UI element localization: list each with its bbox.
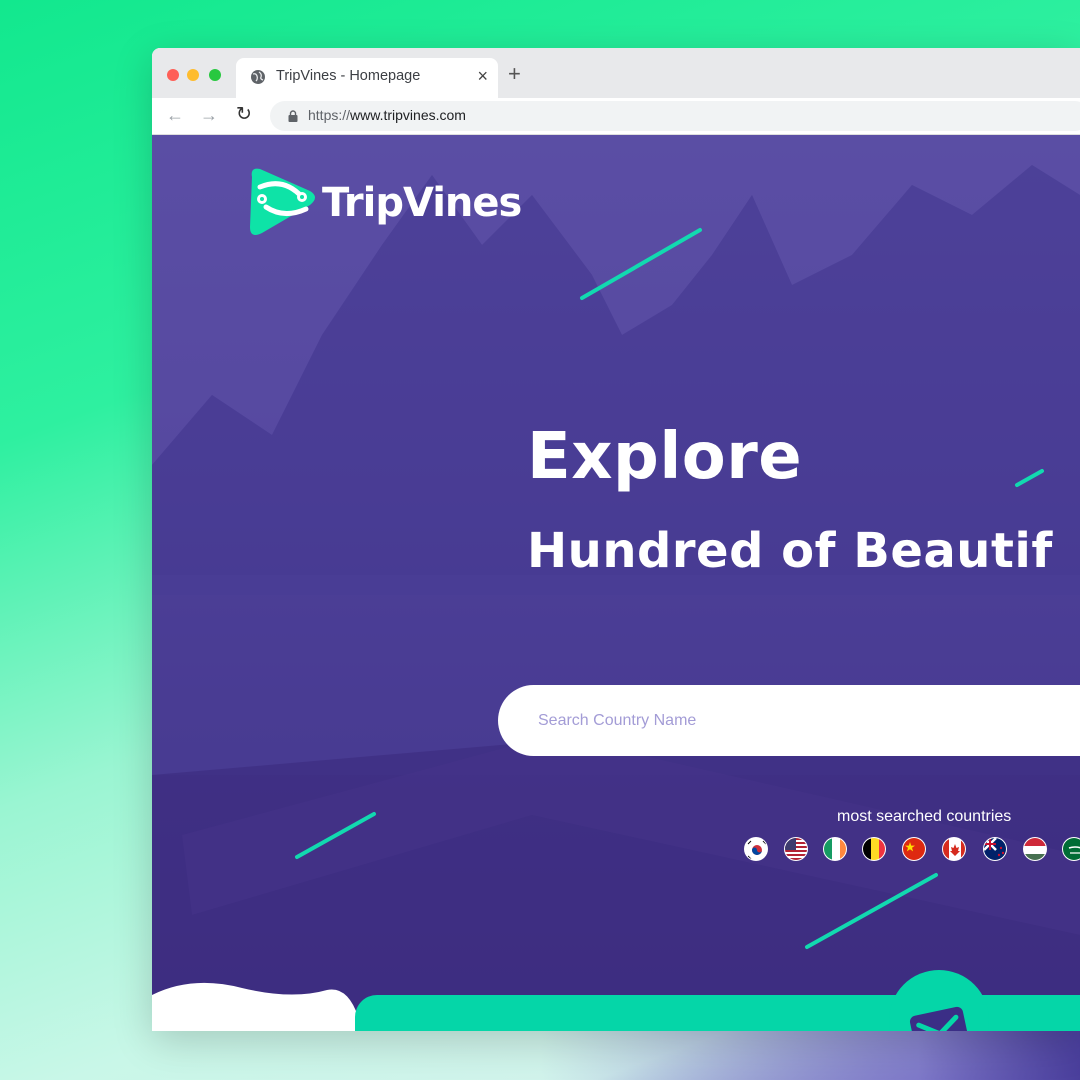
hero-section: TripVines Explore Hundred of Beautif mos… bbox=[152, 135, 1080, 1031]
belgium-flag-button[interactable] bbox=[862, 837, 886, 861]
minimize-window-button[interactable] bbox=[187, 69, 199, 81]
canada-flag-button[interactable] bbox=[942, 837, 966, 861]
tab-homepage[interactable]: TripVines - Homepage × bbox=[236, 58, 498, 98]
tab-title: TripVines - Homepage bbox=[276, 68, 421, 84]
saudi-arabia-flag-button[interactable] bbox=[1062, 837, 1080, 861]
url-host: www.tripvines.com bbox=[350, 107, 466, 123]
url-protocol: https:// bbox=[308, 107, 351, 123]
url-text: https://www.tripvines.com bbox=[308, 107, 466, 123]
country-search-input[interactable] bbox=[498, 685, 1080, 756]
hungary-flag-button[interactable] bbox=[1023, 837, 1047, 861]
close-window-button[interactable] bbox=[167, 69, 179, 81]
lock-icon bbox=[288, 110, 298, 122]
ireland-flag-button[interactable] bbox=[823, 837, 847, 861]
new-tab-button[interactable]: + bbox=[508, 62, 521, 86]
tab-close-icon[interactable]: × bbox=[477, 66, 488, 86]
tripvines-logo bbox=[250, 168, 315, 235]
south-korea-flag-button[interactable] bbox=[744, 837, 768, 861]
globe-icon bbox=[251, 70, 265, 84]
china-flag-button[interactable] bbox=[902, 837, 926, 861]
brand-name[interactable]: TripVines bbox=[322, 180, 522, 226]
url-bar[interactable]: https://www.tripvines.com bbox=[270, 101, 1080, 131]
address-bar-row: ← → ↻ https://www.tripvines.com bbox=[152, 98, 1080, 135]
back-button[interactable]: ← bbox=[166, 104, 184, 126]
mountain-lake-background bbox=[152, 135, 1080, 1031]
forward-button[interactable]: → bbox=[200, 104, 218, 126]
most-searched-label: most searched countries bbox=[837, 808, 1012, 825]
white-wave-shape bbox=[152, 982, 362, 1031]
hero-subheadline: Hundred of Beautif bbox=[527, 523, 1053, 579]
browser-window: TripVines - Homepage × + ← → ↻ https://w… bbox=[152, 48, 1080, 1031]
hero-headline: Explore bbox=[527, 420, 803, 494]
usa-flag-button[interactable] bbox=[784, 837, 808, 861]
tab-strip: TripVines - Homepage × + bbox=[152, 48, 1080, 98]
mail-icon[interactable] bbox=[906, 1001, 972, 1031]
new-zealand-flag-button[interactable] bbox=[983, 837, 1007, 861]
reload-button[interactable]: ↻ bbox=[236, 104, 252, 126]
maximize-window-button[interactable] bbox=[209, 69, 221, 81]
country-flags bbox=[744, 837, 1080, 863]
